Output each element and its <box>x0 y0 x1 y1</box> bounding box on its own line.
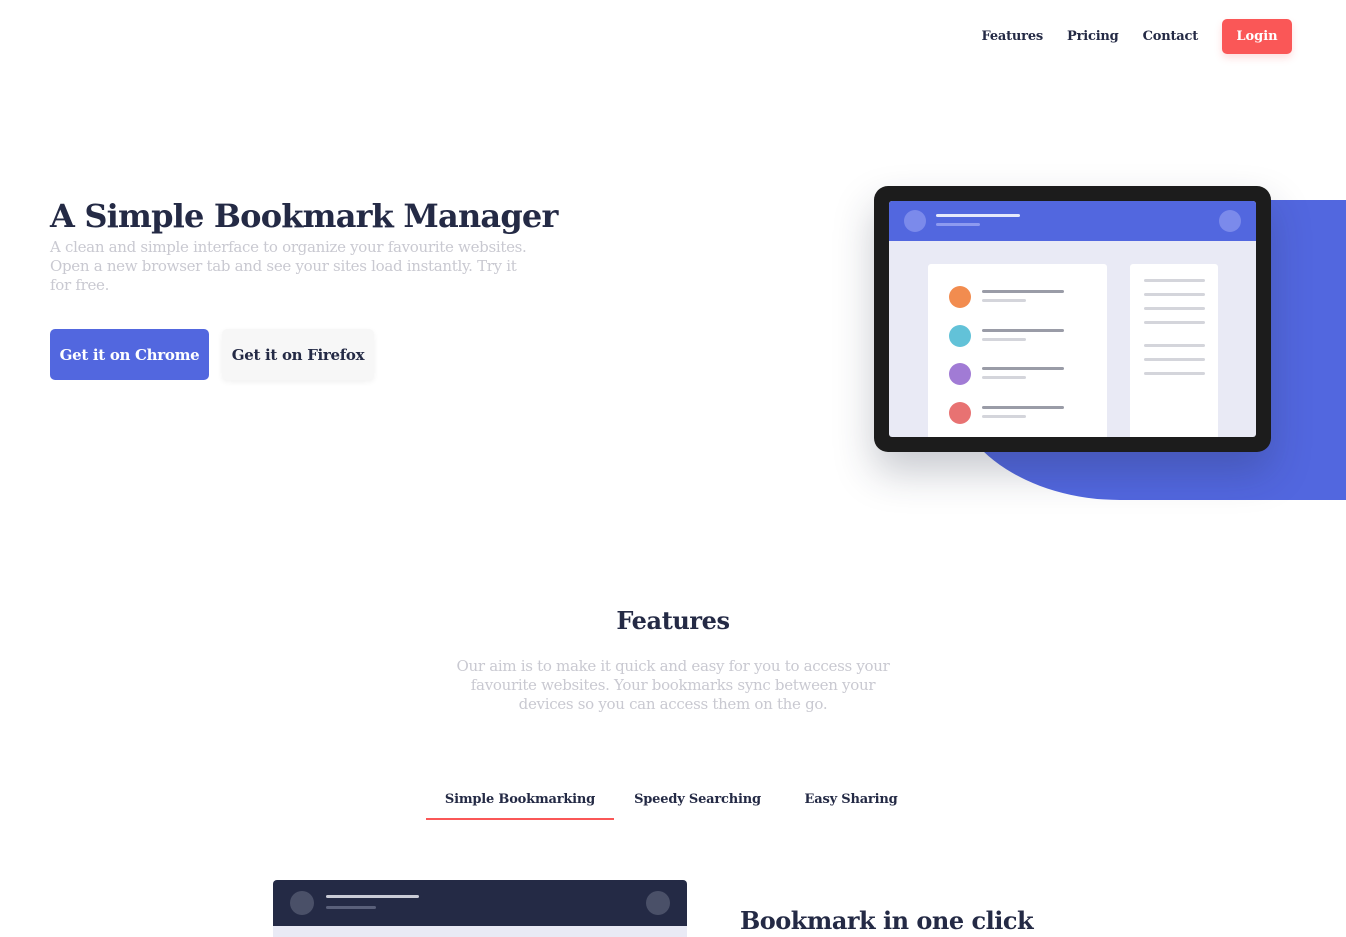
tablet-illustration <box>874 186 1271 452</box>
tab-easy-sharing[interactable]: Easy Sharing <box>781 782 921 820</box>
bookmark-subline <box>982 415 1026 418</box>
side-line <box>1144 279 1205 282</box>
nav-link-features[interactable]: Features <box>982 29 1044 44</box>
bookmark-line <box>982 406 1064 409</box>
features-title: Features <box>616 606 730 635</box>
features-description: Our aim is to make it quick and easy for… <box>456 657 890 713</box>
bookmark-subline <box>982 338 1026 341</box>
bookmark-dot-icon <box>949 402 971 424</box>
menu-placeholder-icon <box>1219 210 1241 232</box>
bookmark-dot-icon <box>949 363 971 385</box>
side-line <box>1144 358 1205 361</box>
bookmark-line <box>982 329 1064 332</box>
top-nav: Features Pricing Contact Login <box>982 19 1292 54</box>
illustration-subtitle-line <box>326 906 376 909</box>
illustration-title-line <box>326 895 419 898</box>
side-line <box>1144 344 1205 347</box>
header-title-line <box>936 214 1020 217</box>
bookmark-list-panel <box>928 264 1107 437</box>
header-subtitle-line <box>936 223 980 226</box>
avatar-placeholder-icon <box>290 891 314 915</box>
side-line <box>1144 372 1205 375</box>
bookmark-line <box>982 290 1064 293</box>
get-chrome-button[interactable]: Get it on Chrome <box>50 329 209 380</box>
bookmark-subline <box>982 376 1026 379</box>
hero-title: A Simple Bookmark Manager <box>50 197 558 235</box>
menu-placeholder-icon <box>646 891 670 915</box>
tab-simple-bookmarking[interactable]: Simple Bookmarking <box>426 782 614 820</box>
bookmark-dot-icon <box>949 325 971 347</box>
bookmark-dot-icon <box>949 286 971 308</box>
get-firefox-button[interactable]: Get it on Firefox <box>222 329 374 380</box>
feature-tabs: Simple Bookmarking Speedy Searching Easy… <box>426 782 921 820</box>
login-button[interactable]: Login <box>1222 19 1292 54</box>
bookmark-line <box>982 367 1064 370</box>
hero-description: A clean and simple interface to organize… <box>50 238 527 294</box>
illustration-header <box>273 880 687 926</box>
tab-speedy-searching[interactable]: Speedy Searching <box>614 782 781 820</box>
bookmark-subline <box>982 299 1026 302</box>
bookmark-app-illustration <box>273 880 687 937</box>
side-line <box>1144 293 1205 296</box>
avatar-placeholder-icon <box>904 210 926 232</box>
side-line <box>1144 307 1205 310</box>
nav-link-pricing[interactable]: Pricing <box>1067 29 1119 44</box>
nav-link-contact[interactable]: Contact <box>1143 29 1199 44</box>
side-line <box>1144 321 1205 324</box>
tablet-screen <box>889 201 1256 437</box>
screen-header <box>889 201 1256 241</box>
side-panel <box>1130 264 1218 437</box>
feature-heading: Bookmark in one click <box>740 906 1034 935</box>
